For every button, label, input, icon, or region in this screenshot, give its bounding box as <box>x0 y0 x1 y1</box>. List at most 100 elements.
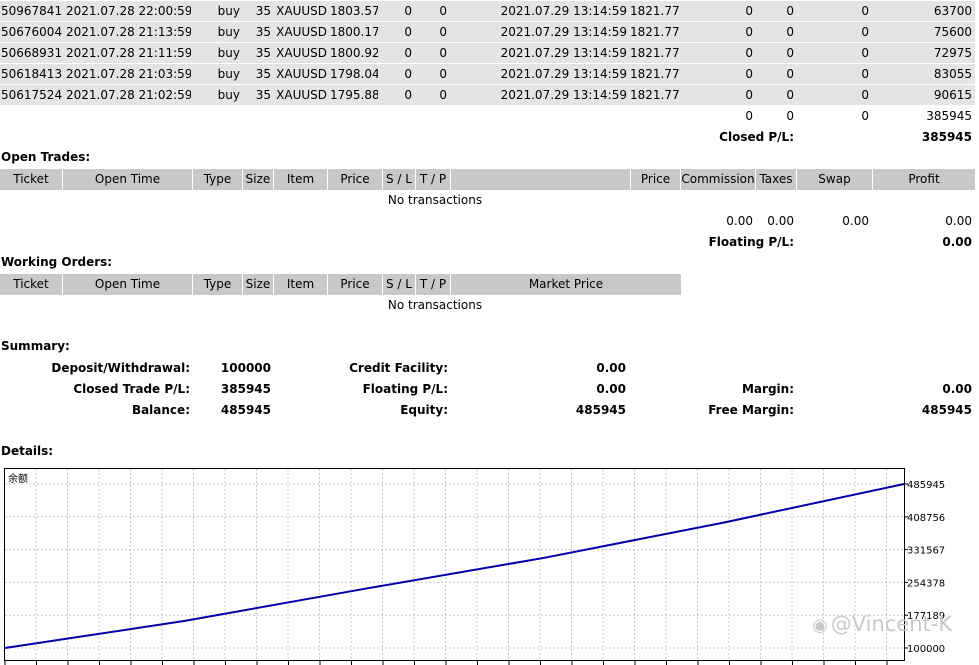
details-title: Details: <box>1 444 54 458</box>
cell-price: 1800.92 <box>330 46 378 60</box>
cell-tp: 0 <box>439 4 447 18</box>
cell-type: buy <box>217 88 240 102</box>
header-sl: S / L <box>383 169 416 190</box>
cell-swap: 0 <box>861 46 869 60</box>
header-blank <box>451 169 631 190</box>
cell-price: 1798.04 <box>330 67 378 81</box>
wo-header-ticket: Ticket <box>0 274 63 295</box>
open-trades-empty: No transactions <box>387 193 483 207</box>
cell-close-time: 2021.07.29 13:14:59 <box>500 88 627 102</box>
cell-taxes: 0 <box>786 25 794 39</box>
wo-header-size: Size <box>243 274 274 295</box>
floating-pl-value: 0.00 <box>942 235 972 249</box>
cell-sl: 0 <box>404 46 412 60</box>
cell-swap: 0 <box>861 25 869 39</box>
cell-ticket: 506760049 <box>1 25 63 39</box>
cell-size: 35 <box>255 25 271 39</box>
cell-price: 1795.88 <box>330 88 378 102</box>
cell-profit: 72975 <box>933 46 972 60</box>
wo-header-blank <box>682 274 975 295</box>
header-item: Item <box>274 169 328 190</box>
table-row: 509678419 2021.07.28 22:00:59 buy 35 XAUUSD 1… <box>0 1 975 22</box>
cell-taxes: 0 <box>786 4 794 18</box>
summary-title: Summary: <box>1 339 70 353</box>
cell-sl: 0 <box>404 88 412 102</box>
cell-profit: 83055 <box>933 67 972 81</box>
open-total-profit: 0.00 <box>945 214 972 228</box>
cell-swap: 0 <box>861 67 869 81</box>
equity-value: 485945 <box>575 403 626 417</box>
header-price: Price <box>328 169 383 190</box>
cell-tp: 0 <box>439 46 447 60</box>
header-swap: Swap <box>797 169 873 190</box>
free-margin-value: 485945 <box>921 403 972 417</box>
cell-item: XAUUSD <box>276 25 327 39</box>
summary-row-3: Balance: 485945 Equity: 485945 Free Marg… <box>0 400 975 421</box>
deposit-value: 100000 <box>220 361 271 375</box>
y-tick-label: 485945 <box>907 480 945 491</box>
y-tick-label: 254378 <box>907 578 945 589</box>
cell-item: XAUUSD <box>276 67 327 81</box>
cell-tp: 0 <box>439 25 447 39</box>
cell-ticket: 506175241 <box>1 88 63 102</box>
floating-pl-label: Floating P/L: <box>708 235 794 249</box>
cell-swap: 0 <box>861 4 869 18</box>
cell-commission: 0 <box>745 46 753 60</box>
credit-label: Credit Facility: <box>349 361 448 375</box>
open-trades-empty-row: No transactions <box>0 190 975 211</box>
open-total-taxes: 0.00 <box>767 214 794 228</box>
watermark: ◉ @Vincent-K <box>812 612 952 636</box>
balance-label: Balance: <box>131 403 190 417</box>
balance-value: 485945 <box>220 403 271 417</box>
header-ticket: Ticket <box>0 169 63 190</box>
cell-type: buy <box>217 67 240 81</box>
working-orders-title: Working Orders: <box>1 255 113 269</box>
cell-item: XAUUSD <box>276 88 327 102</box>
header-tp: T / P <box>416 169 451 190</box>
working-orders-empty-row: No transactions <box>0 295 975 316</box>
weibo-icon: ◉ <box>812 615 828 636</box>
cell-close-time: 2021.07.29 13:14:59 <box>500 46 627 60</box>
cell-commission: 0 <box>745 67 753 81</box>
closed-trade-pl-value: 385945 <box>220 382 271 396</box>
wo-header-tp: T / P <box>416 274 451 295</box>
credit-value: 0.00 <box>596 361 626 375</box>
closed-pl-row: Closed P/L: 385945 <box>0 127 975 148</box>
cell-close-time: 2021.07.29 13:14:59 <box>500 67 627 81</box>
cell-tp: 0 <box>439 67 447 81</box>
table-row: 506689315 2021.07.28 21:11:59 buy 35 XAUUSD 1… <box>0 43 975 64</box>
watermark-text: @Vincent-K <box>830 612 953 636</box>
free-margin-label: Free Margin: <box>708 403 794 417</box>
working-orders-empty: No transactions <box>387 298 483 312</box>
cell-close-price: 1821.77 <box>630 67 679 81</box>
equity-label: Equity: <box>400 403 448 417</box>
cell-type: buy <box>217 25 240 39</box>
closed-total-taxes: 0 <box>786 109 794 123</box>
closed-pl-value: 385945 <box>921 130 972 144</box>
cell-profit: 90615 <box>933 88 972 102</box>
cell-tp: 0 <box>439 88 447 102</box>
cell-ticket: 506689315 <box>1 46 63 60</box>
cell-ticket: 506184138 <box>1 67 63 81</box>
deposit-label: Deposit/Withdrawal: <box>51 361 190 375</box>
wo-header-open-time: Open Time <box>63 274 193 295</box>
cell-close-price: 1821.77 <box>630 88 679 102</box>
cell-ticket: 509678419 <box>1 4 63 18</box>
cell-sl: 0 <box>404 67 412 81</box>
open-total-commission: 0.00 <box>726 214 753 228</box>
y-tick-label: 100000 <box>907 644 945 655</box>
chart-legend-label: 余额 <box>8 472 28 485</box>
cell-price: 1803.57 <box>330 4 378 18</box>
wo-header-market-price: Market Price <box>451 274 682 295</box>
cell-item: XAUUSD <box>276 4 327 18</box>
cell-type: buy <box>217 46 240 60</box>
closed-trade-pl-label: Closed Trade P/L: <box>73 382 190 396</box>
margin-label: Margin: <box>741 382 794 396</box>
cell-size: 35 <box>255 4 271 18</box>
y-tick-label: 408756 <box>907 513 945 524</box>
cell-swap: 0 <box>861 88 869 102</box>
margin-value: 0.00 <box>942 382 972 396</box>
closed-total-swap: 0 <box>861 109 869 123</box>
cell-profit: 75600 <box>933 25 972 39</box>
header-type: Type <box>193 169 243 190</box>
